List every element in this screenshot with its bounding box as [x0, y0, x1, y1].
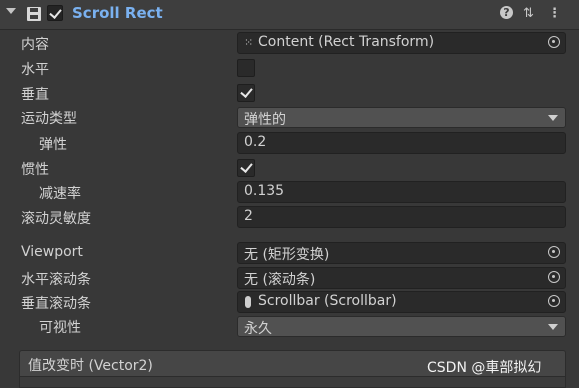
on-value-changed-event-list[interactable]: [19, 376, 566, 388]
presets-icon[interactable]: ⇅: [523, 5, 534, 23]
scroll-sensitivity-row: 滚动灵敏度 2: [0, 205, 579, 229]
vertical-label: 垂直: [21, 87, 49, 103]
object-picker-icon[interactable]: [548, 246, 560, 258]
elasticity-label: 弹性: [39, 137, 67, 153]
event-title: 值改变时 (Vector2): [28, 358, 153, 374]
check-icon: [240, 85, 253, 98]
movement-type-label: 运动类型: [21, 111, 77, 127]
vertical-row: 垂直: [0, 81, 579, 105]
component-enabled-checkbox[interactable]: [47, 5, 63, 21]
deceleration-rate-input[interactable]: 0.135: [237, 181, 566, 203]
viewport-label: Viewport: [21, 244, 83, 260]
elasticity-input[interactable]: 0.2: [237, 132, 566, 154]
foldout-arrow-icon[interactable]: [6, 8, 16, 14]
movement-type-row: 运动类型 弹性的: [0, 105, 579, 129]
horizontal-scrollbar-row: 水平滚动条 无 (滚动条): [0, 266, 579, 290]
component-header[interactable]: Scroll Rect ? ⇅ ⋮: [0, 0, 579, 30]
content-label: 内容: [21, 37, 49, 53]
deceleration-rate-row: 减速率 0.135: [0, 180, 579, 204]
scrollbar-component-icon: [245, 296, 251, 308]
component-title: Scroll Rect: [72, 4, 163, 22]
inertia-checkbox[interactable]: [237, 159, 255, 177]
horizontal-scrollbar-label: 水平滚动条: [21, 272, 91, 288]
vertical-scrollbar-label: 垂直滚动条: [21, 296, 91, 312]
visibility-dropdown[interactable]: 永久: [237, 316, 566, 337]
vertical-scrollbar-row: 垂直滚动条 Scrollbar (Scrollbar): [0, 290, 579, 314]
content-object-field[interactable]: ⁙ Content (Rect Transform): [237, 32, 566, 54]
horizontal-label: 水平: [21, 62, 49, 78]
visibility-row: 可视性 永久: [0, 314, 579, 338]
dropdown-caret-icon: [548, 115, 558, 121]
dropdown-caret-icon: [548, 324, 558, 330]
deceleration-rate-value: 0.135: [244, 183, 285, 199]
vertical-checkbox[interactable]: [237, 84, 255, 102]
horizontal-row: 水平: [0, 56, 579, 80]
content-row: 内容 ⁙ Content (Rect Transform): [0, 31, 579, 55]
scroll-sensitivity-label: 滚动灵敏度: [21, 211, 91, 227]
inertia-row: 惯性: [0, 156, 579, 180]
object-picker-icon[interactable]: [548, 36, 560, 48]
horizontal-scrollbar-value: 无 (滚动条): [244, 272, 316, 288]
horizontal-checkbox[interactable]: [237, 59, 255, 77]
content-value: Content (Rect Transform): [258, 34, 435, 50]
kebab-menu-icon[interactable]: ⋮: [548, 5, 561, 23]
inertia-label: 惯性: [21, 162, 49, 178]
rect-transform-icon: ⁙: [244, 36, 254, 49]
check-icon: [49, 6, 62, 19]
scroll-sensitivity-value: 2: [244, 208, 253, 224]
scroll-sensitivity-input[interactable]: 2: [237, 206, 566, 228]
object-picker-icon[interactable]: [548, 295, 560, 307]
deceleration-rate-label: 减速率: [39, 186, 81, 202]
elasticity-value: 0.2: [244, 134, 267, 150]
elasticity-row: 弹性 0.2: [0, 131, 579, 155]
visibility-value: 永久: [244, 321, 272, 337]
horizontal-scrollbar-object-field[interactable]: 无 (滚动条): [237, 267, 566, 289]
visibility-label: 可视性: [39, 320, 81, 336]
help-icon[interactable]: ?: [500, 6, 513, 19]
check-icon: [240, 160, 253, 173]
viewport-value: 无 (矩形变换): [244, 247, 330, 263]
viewport-object-field[interactable]: 无 (矩形变换): [237, 242, 566, 264]
watermark: CSDN @車部拟幻: [427, 360, 542, 376]
movement-type-dropdown[interactable]: 弹性的: [237, 107, 566, 128]
scroll-rect-icon: [27, 7, 41, 21]
movement-type-value: 弹性的: [244, 112, 286, 128]
vertical-scrollbar-value: Scrollbar (Scrollbar): [258, 293, 397, 309]
object-picker-icon[interactable]: [548, 271, 560, 283]
vertical-scrollbar-object-field[interactable]: Scrollbar (Scrollbar): [237, 291, 566, 313]
viewport-row: Viewport 无 (矩形变换): [0, 241, 579, 265]
